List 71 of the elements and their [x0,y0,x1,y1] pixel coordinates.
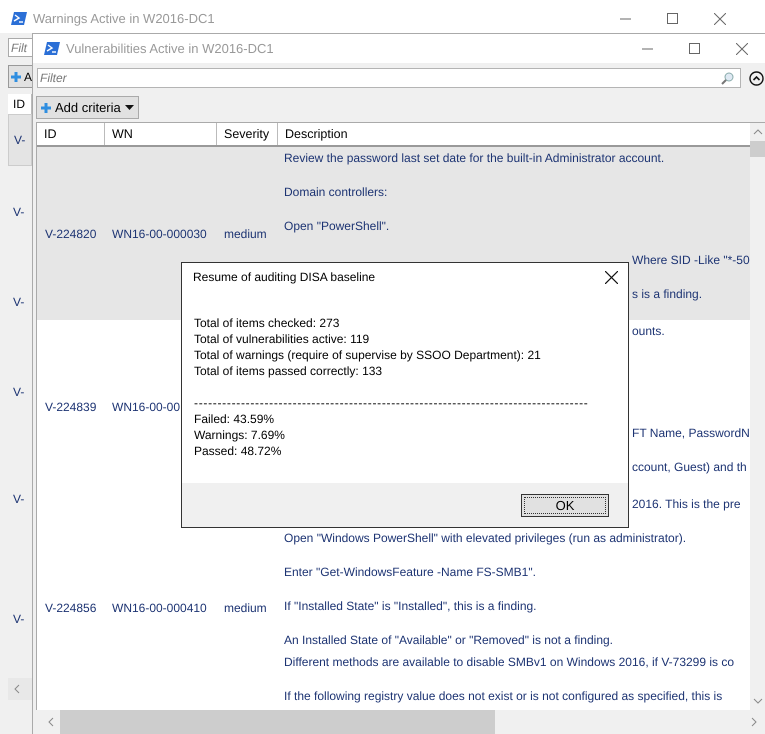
add-criteria-button[interactable]: Add criteria [36,96,139,119]
table-cell: WN16-00-000410 [112,600,207,614]
close-icon [736,42,748,54]
description-text: Where SID -Like "*-50 [632,253,750,267]
ok-button[interactable]: OK [521,494,609,516]
description-text: s is a finding. [632,287,702,301]
table-cell: V- [13,492,24,506]
table-cell: V- [13,205,24,219]
description-text: If "Installed State" is "Installed", this is a finding. [284,599,536,613]
table-cell: WN16-00-00 [112,400,180,414]
table-cell: V-224856 [45,600,96,614]
result-text: Passed: 48.72% [194,444,282,458]
description-text: Open "PowerShell". [284,219,390,233]
summary-text: Total of vulnerabilities active: 119 [194,332,370,346]
maximize-icon [667,13,678,24]
scroll-left-icon[interactable] [48,717,54,727]
result-text: Warnings: 7.69% [194,428,285,442]
description-text: Domain controllers: [284,185,388,199]
column-header[interactable]: ID [37,123,105,145]
scrollbar-thumb[interactable] [60,710,495,734]
description-text: Different methods are available to disable SMBv1 on Windows 2016, if V-73299 is co [284,655,734,669]
table-cell: medium [224,226,267,240]
close-icon [604,270,618,284]
scroll-right-icon[interactable] [751,717,757,727]
table-row[interactable]: V- [8,438,32,560]
table-cell: V- [13,295,24,309]
description-text: Open "Windows PowerShell" with elevated privileges (run as administrator). [284,531,686,545]
table-cell: V- [13,612,24,626]
column-header[interactable]: Description [278,123,750,145]
scroll-down-icon[interactable] [752,698,762,704]
dialog-title: Resume of auditing DISA baseline [193,270,376,284]
table-row[interactable]: V- [8,346,32,438]
search-icon [721,72,734,85]
plus-icon [11,72,21,82]
maximize-icon [689,43,700,54]
table-cell: V-224839 [45,400,96,414]
table-cell: V-224820 [45,226,96,240]
powershell-icon [44,42,60,55]
window-title: Warnings Active in W2016-DC1 [33,11,216,26]
add-criteria-button[interactable]: A [8,65,32,88]
table-row[interactable]: V- [8,258,32,346]
separator-text: ------------------------------------------------------------------------------------ [194,396,588,410]
plus-icon [41,102,51,112]
table-cell: V- [13,385,24,399]
summary-text: Total of warnings (require of supervise by SSOO Department): 21 [194,348,541,362]
column-header[interactable]: ID [8,94,32,114]
collapse-icon[interactable] [749,70,764,86]
table-cell: V- [14,133,26,147]
window-title: Vulnerabilities Active in W2016-DC1 [66,41,275,56]
summary-text: Total of items passed correctly: 133 [194,364,382,378]
caret-icon [124,105,134,110]
description-text: An Installed State of "Available" or "Removed" is not a finding. [284,633,614,647]
description-text: Review the password last set date for the built-in Administrator account. [284,151,664,165]
table-row[interactable]: V- [8,114,32,166]
table-row[interactable]: V- [8,166,32,258]
powershell-icon [11,12,27,25]
description-text: If the following registry value does not exist or is not configured as specified, this is [284,689,722,703]
column-header[interactable]: WN [105,123,217,145]
table-cell: medium [224,600,267,614]
description-text: Enter "Get-WindowsFeature -Name FS-SMB1". [284,565,536,579]
description-text: 2016. This is the pre [632,497,741,511]
column-header[interactable]: Severity [217,123,278,145]
scroll-up-icon[interactable] [752,129,762,135]
scroll-left-icon[interactable] [14,684,20,694]
scrollbar-thumb[interactable] [750,141,765,157]
filter-field[interactable]: Filter [37,68,741,88]
table-row[interactable]: V- [8,560,32,678]
close-icon [714,12,726,24]
filter-field[interactable]: Filt [8,38,32,57]
table-cell: WN16-00-000030 [112,226,207,240]
result-text: Failed: 43.59% [194,412,274,426]
